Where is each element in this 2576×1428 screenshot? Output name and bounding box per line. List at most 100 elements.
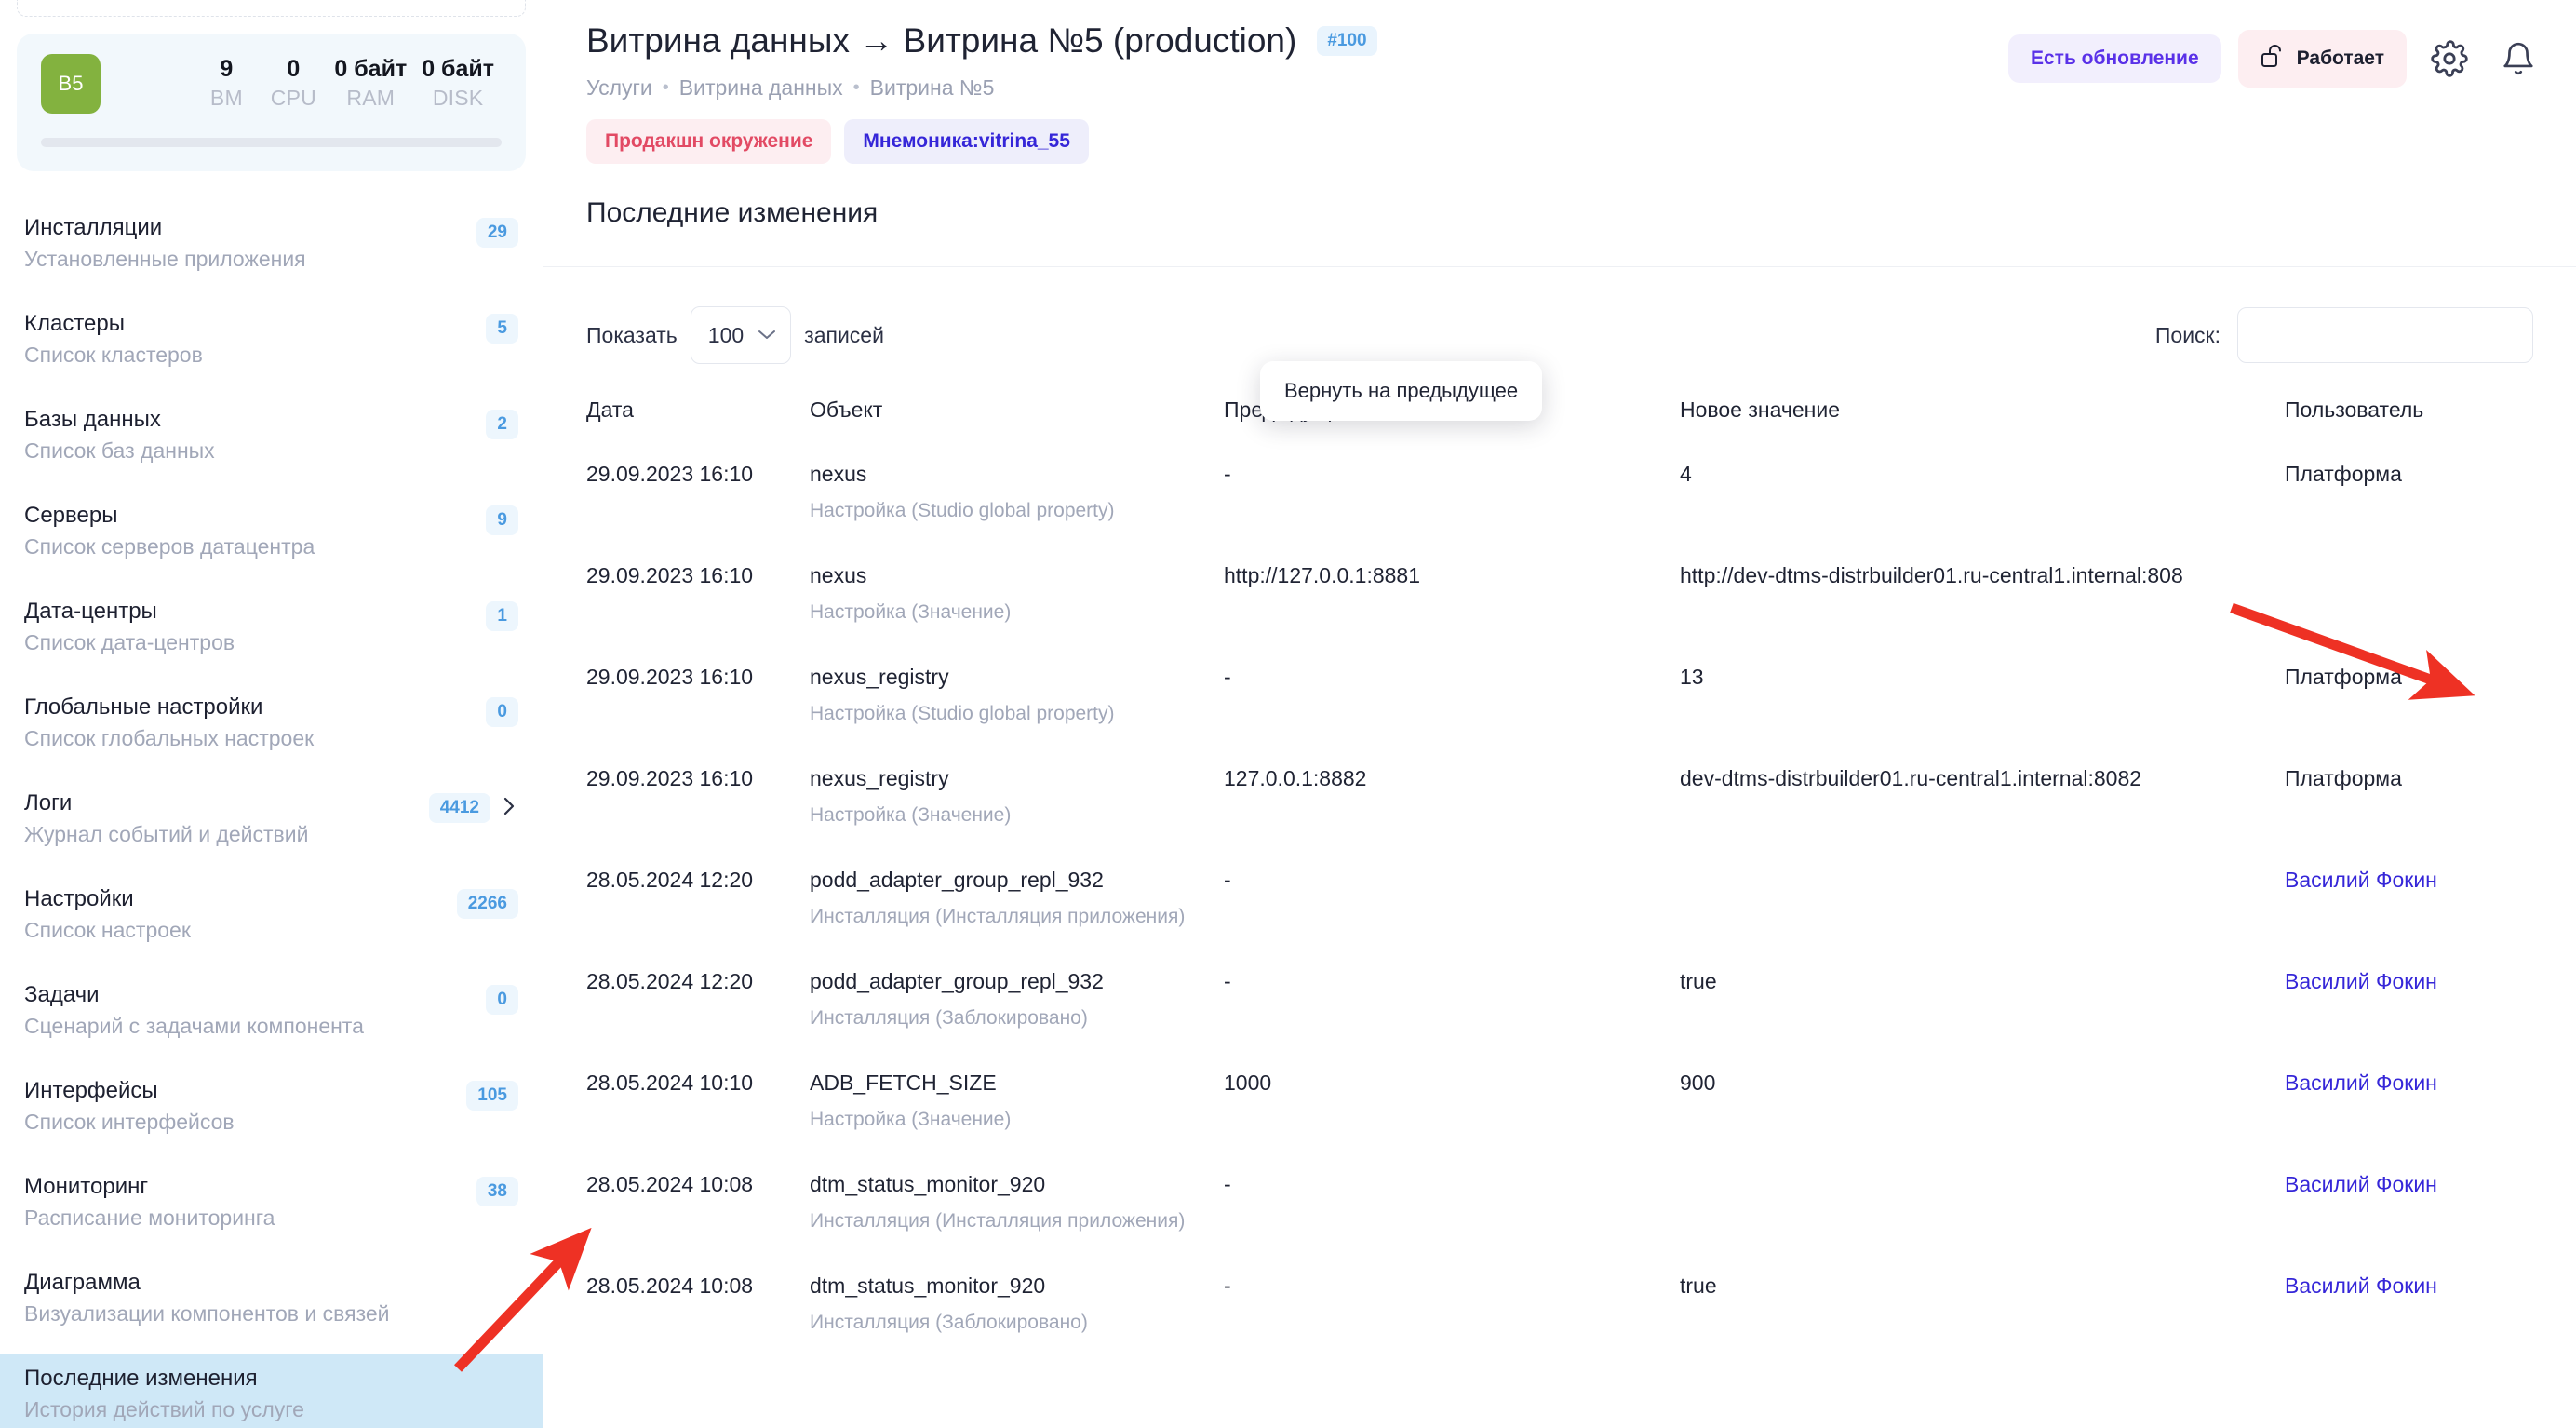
metric-cpu-label: CPU [267,83,319,113]
row-object-cell: podd_adapter_group_repl_932Инсталляция (… [810,852,1224,953]
breadcrumb-item-0[interactable]: Услуги [586,74,652,101]
revert-tooltip: Вернуть на предыдущее [1260,361,1542,421]
row-user[interactable]: Василий Фокин [2285,852,2545,917]
row-object-wrap: nexus_registryНастройка (Studio global p… [810,649,1224,750]
row-object-wrap: dtm_status_monitor_920Инсталляция (Инста… [810,1156,1224,1258]
sidebar-item-3[interactable]: СерверыСписок серверов датацентра9 [0,491,543,574]
sidebar: B5 9 BM 0 CPU 0 байт RAM 0 бай [0,0,543,1428]
column-header-user[interactable]: Пользователь [2285,396,2545,446]
sidebar-item-meta: 29 [476,214,518,248]
sidebar-item-title: Последние изменения [24,1365,518,1393]
page-size-group: Показать 100 записей [586,306,884,364]
host-summary-card: B5 9 BM 0 CPU 0 байт RAM 0 бай [17,34,526,171]
table-head: Дата Объект Предыдущее значение Новое зн… [586,396,2576,446]
row-actions-cell [2545,649,2576,750]
sidebar-item-8[interactable]: ЗадачиСценарий с задачами компонента0 [0,970,543,1054]
row-user: Платформа [2285,649,2545,714]
row-date-cell: 28.05.2024 10:08 [586,1156,810,1258]
row-actions-cell [2545,547,2576,649]
row-date-cell: 28.05.2024 10:10 [586,1055,810,1156]
sidebar-item-meta: 0 [486,694,518,727]
gear-icon[interactable] [2423,33,2475,85]
sidebar-nav: ИнсталляцииУстановленные приложения29 Кла… [0,203,543,1428]
row-previous-value: 1000 [1224,1055,1680,1120]
sidebar-item-badge: 38 [476,1177,518,1206]
row-new-value-cell: 900 [1680,1055,2285,1156]
row-date-cell: 28.05.2024 12:20 [586,852,810,953]
row-object-subtitle: Настройка (Значение) [810,1107,1224,1133]
sidebar-item-1[interactable]: КластерыСписок кластеров5 [0,299,543,383]
row-user[interactable]: Василий Фокин [2285,953,2545,1018]
row-previous-value-cell: http://127.0.0.1:8881 [1224,547,1680,649]
sidebar-item-5[interactable]: Глобальные настройкиСписок глобальных на… [0,682,543,766]
row-user [2285,547,2545,585]
sidebar-item-4[interactable]: Дата-центрыСписок дата-центров1 [0,586,543,670]
metric-ram: 0 байт RAM [327,55,414,113]
row-previous-value-cell: - [1224,1156,1680,1258]
search-input[interactable] [2237,307,2533,363]
row-user: Платформа [2285,750,2545,815]
sidebar-item-0[interactable]: ИнсталляцииУстановленные приложения29 [0,203,543,287]
show-label: Показать [586,321,678,349]
breadcrumb-item-1[interactable]: Витрина данных [679,74,843,101]
sidebar-item-10[interactable]: МониторингРасписание мониторинга38 [0,1162,543,1246]
service-status-button[interactable]: Работает [2238,30,2407,88]
metric-disk-value: 0 байт [422,55,494,83]
row-user[interactable]: Василий Фокин [2285,1156,2545,1221]
row-actions-cell [2545,750,2576,852]
breadcrumb-item-2[interactable]: Витрина №5 [870,74,995,101]
row-user[interactable]: Василий Фокин [2285,1055,2545,1120]
row-object-subtitle: Инсталляция (Инсталляция приложения) [810,904,1224,930]
row-new-value-cell: 4 [1680,446,2285,547]
sidebar-item-badge: 9 [486,505,518,535]
row-new-value-cell: true [1680,1258,2285,1359]
sidebar-top-strip [17,0,526,17]
row-new-value: dev-dtms-distrbuilder01.ru-central1.inte… [1680,750,2285,815]
row-date: 29.09.2023 16:10 [586,649,810,714]
changes-table-container: Показать 100 записей Поиск: [543,267,2576,1359]
row-user[interactable]: Василий Фокин [2285,1258,2545,1323]
table-row: 28.05.2024 12:20podd_adapter_group_repl_… [586,852,2576,953]
chevron-down-icon [757,327,777,344]
page-header: Витрина данных → Витрина №5 (production)… [543,0,2576,164]
row-object-subtitle: Инсталляция (Заблокировано) [810,1005,1224,1031]
page-title: Витрина данных → Витрина №5 (production) [586,19,1296,63]
breadcrumb: Услуги • Витрина данных • Витрина №5 [586,74,2008,101]
sidebar-item-title: Серверы [24,502,486,530]
sidebar-item-title: Базы данных [24,406,486,434]
column-header-object[interactable]: Объект [810,396,1224,446]
row-object-wrap: nexusНастройка (Значение) [810,547,1224,649]
sidebar-item-meta: 38 [476,1173,518,1206]
metric-bm-label: BM [200,83,252,113]
table-row: 28.05.2024 10:08dtm_status_monitor_920Ин… [586,1258,2576,1359]
row-object-name: dtm_status_monitor_920 [810,1272,1224,1300]
column-header-new-value[interactable]: Новое значение [1680,396,2285,446]
sidebar-item-9[interactable]: ИнтерфейсыСписок интерфейсов105 [0,1066,543,1150]
sidebar-item-text: Базы данныхСписок баз данных [24,406,486,465]
row-date-cell: 29.09.2023 16:10 [586,750,810,852]
sidebar-item-11[interactable]: ДиаграммаВизуализации компонентов и связ… [0,1258,543,1341]
sidebar-item-6[interactable]: ЛогиЖурнал событий и действий4412 [0,778,543,862]
bell-icon[interactable] [2492,33,2544,85]
page-size-select[interactable]: 100 [691,306,791,364]
row-previous-value-cell: - [1224,852,1680,953]
row-previous-value-cell: - [1224,953,1680,1055]
row-user-cell: Платформа [2285,649,2545,750]
column-header-date[interactable]: Дата [586,396,810,446]
row-new-value [1680,852,2285,889]
sidebar-item-2[interactable]: Базы данныхСписок баз данных2 [0,395,543,478]
chevron-right-icon[interactable] [500,794,518,822]
row-object-name: nexus_registry [810,663,1224,691]
tag-mnemonic[interactable]: Мнемоника:vitrina_55 [844,119,1089,164]
row-previous-value: - [1224,1258,1680,1323]
row-actions-wrap [2545,1156,2576,1242]
sidebar-item-subtitle: Список серверов датацентра [24,532,486,561]
sidebar-item-7[interactable]: НастройкиСписок настроек2266 [0,874,543,958]
update-available-button[interactable]: Есть обновление [2008,34,2221,83]
table-row: 28.05.2024 10:08dtm_status_monitor_920Ин… [586,1156,2576,1258]
sidebar-item-badge: 29 [476,218,518,248]
tag-production-environment[interactable]: Продакшн окружение [586,119,831,164]
table-row: 28.05.2024 12:20podd_adapter_group_repl_… [586,953,2576,1055]
row-new-value: http://dev-dtms-distrbuilder01.ru-centra… [1680,547,2285,613]
sidebar-item-12[interactable]: Последние измененияИстория действий по у… [0,1354,543,1428]
